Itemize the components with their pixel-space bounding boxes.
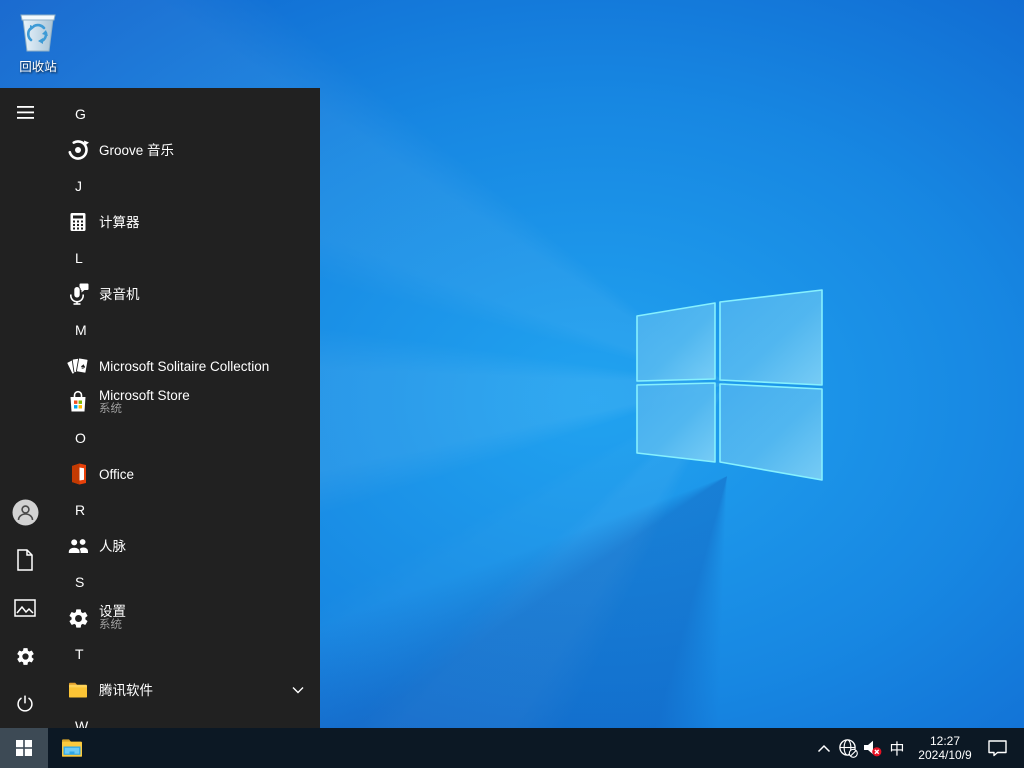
chevron-up-icon [817,744,831,752]
user-account-button[interactable] [1,488,49,536]
section-letter-j[interactable]: J [50,168,320,204]
chevron-down-icon[interactable] [292,686,304,694]
user-avatar-icon [12,499,38,525]
section-letter-m[interactable]: M [50,312,320,348]
ime-indicator-button[interactable]: 中 [884,728,910,768]
app-voice-recorder[interactable]: 录音机 [50,276,320,312]
action-center-button[interactable] [980,728,1014,768]
pictures-icon [14,599,36,617]
tray-date: 2024/10/9 [918,748,972,762]
groove-music-icon [66,138,90,162]
app-solitaire[interactable]: ♠ Microsoft Solitaire Collection [50,348,320,384]
section-letter-g[interactable]: G [50,96,320,132]
tray-time: 12:27 [929,734,961,748]
show-hidden-icons-button[interactable] [812,728,836,768]
speaker-muted-icon [864,740,882,757]
start-button[interactable] [0,728,48,768]
system-tray: 中 12:27 2024/10/9 [812,728,1024,768]
volume-muted-button[interactable] [860,728,884,768]
app-office[interactable]: Office [50,456,320,492]
file-explorer-icon [62,739,82,757]
app-people[interactable]: 人脉 [50,528,320,564]
expand-menu-button[interactable] [1,88,49,136]
settings-button[interactable] [1,632,49,680]
pictures-button[interactable] [1,584,49,632]
office-icon [66,462,90,486]
gear-icon [16,647,34,665]
section-letter-o[interactable]: O [50,420,320,456]
recycle-bin[interactable]: 回收站 [6,6,70,75]
app-calculator[interactable]: 计算器 [50,204,320,240]
power-icon [17,695,33,712]
globe-no-internet-icon [839,739,858,758]
people-icon [66,534,90,558]
recycle-bin-label: 回收站 [19,60,57,74]
app-groove-music[interactable]: Groove 音乐 [50,132,320,168]
clock-button[interactable]: 12:27 2024/10/9 [910,728,980,768]
power-button[interactable] [1,680,49,728]
document-icon [17,549,33,571]
section-letter-w[interactable]: W [50,708,320,728]
app-folder-tencent[interactable]: 腾讯软件 [50,672,320,708]
action-center-icon [987,739,1007,756]
hamburger-icon [16,105,34,119]
windows-wallpaper-logo-icon [636,289,823,481]
folder-icon [66,678,90,702]
settings-gear-icon [66,606,90,630]
windows-logo-icon [16,740,32,756]
network-status-button[interactable] [836,728,860,768]
section-letter-l[interactable]: L [50,240,320,276]
section-letter-t[interactable]: T [50,636,320,672]
recycle-bin-icon [20,14,56,52]
start-menu-app-list: G Groove 音乐 J 计算器 L 录音机 M ♠ Microsoft So… [50,88,320,728]
voice-recorder-icon [66,282,90,306]
solitaire-icon: ♠ [66,354,90,378]
store-icon [66,390,90,414]
documents-button[interactable] [1,536,49,584]
taskbar: 中 12:27 2024/10/9 [0,728,1024,768]
section-letter-r[interactable]: R [50,492,320,528]
file-explorer-button[interactable] [48,728,96,768]
start-menu: G Groove 音乐 J 计算器 L 录音机 M ♠ Microsoft So… [0,88,320,728]
app-microsoft-store[interactable]: Microsoft Store 系统 [50,384,320,420]
start-menu-rail [0,88,50,728]
calculator-icon [66,210,90,234]
app-settings[interactable]: 设置 系统 [50,600,320,636]
section-letter-s[interactable]: S [50,564,320,600]
